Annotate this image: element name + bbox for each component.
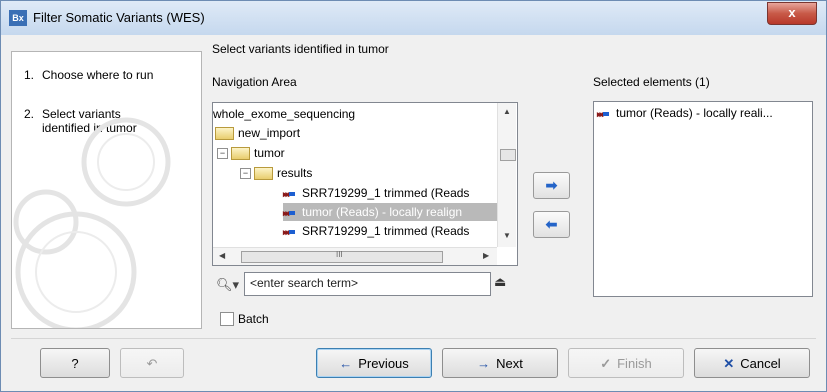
tree-node-label: tumor — [254, 146, 285, 160]
tree-node[interactable]: new_import — [215, 124, 300, 142]
tree-node-label: results — [277, 166, 313, 180]
scroll-right-icon[interactable]: ▶ — [483, 251, 489, 260]
dialog-window: Bx Filter Somatic Variants (WES) x 1. Cho… — [0, 0, 827, 392]
list-item[interactable]: ▸▸▸ tumor (Reads) - locally reali... — [597, 104, 773, 122]
step-1-label: Choose where to run — [42, 68, 154, 82]
close-icon: x — [788, 5, 796, 20]
search-placeholder: <enter search term> — [250, 276, 359, 290]
app-icon: Bx — [9, 10, 27, 26]
reads-icon: ▸▸▸ — [283, 223, 300, 241]
tree-node[interactable]: ▸▸▸ SRR719299_1 trimmed (Reads — [283, 222, 469, 240]
batch-checkbox[interactable] — [220, 312, 234, 326]
check-icon: ✓ — [600, 356, 612, 371]
collapse-icon[interactable]: − — [217, 148, 228, 160]
tree-node-label: tumor (Reads) - locally realign — [302, 205, 463, 219]
navigation-area-label: Navigation Area — [212, 75, 297, 89]
scroll-grip: III — [336, 250, 343, 259]
finish-label: Finish — [617, 356, 652, 371]
x-icon: ✕ — [723, 356, 735, 371]
search-icon[interactable]: 🔍︎▾ — [216, 277, 239, 293]
tree-node[interactable]: whole_exome_sequencing — [213, 105, 355, 123]
folder-icon — [254, 167, 273, 181]
left-arrow-icon: ← — [339, 356, 353, 371]
remove-arrow-icon: ⬅ — [545, 216, 558, 232]
batch-label: Batch — [238, 312, 269, 326]
reads-icon: ▸▸▸ — [283, 204, 300, 222]
add-arrow-icon: ➡ — [545, 177, 558, 193]
reset-icon: ↶ — [146, 356, 158, 371]
add-button[interactable]: ➡ — [533, 172, 570, 199]
next-button[interactable]: → Next — [442, 348, 558, 378]
cancel-label: Cancel — [740, 356, 781, 371]
scroll-down-icon[interactable]: ▼ — [503, 231, 511, 240]
tree-horizontal-scrollbar[interactable]: ◀ III ▶ — [213, 247, 497, 265]
scroll-up-icon[interactable]: ▲ — [503, 107, 511, 116]
decorative-watermark — [13, 117, 171, 328]
scroll-thumb[interactable] — [500, 149, 516, 161]
collapse-icon[interactable]: − — [240, 168, 251, 180]
folder-icon — [231, 147, 250, 161]
list-item-label: tumor (Reads) - locally reali... — [616, 106, 773, 120]
tree-node[interactable]: − tumor — [217, 144, 285, 162]
remove-button[interactable]: ⬅ — [533, 211, 570, 238]
scroll-thumb[interactable]: III — [241, 250, 443, 263]
step-1[interactable]: 1. Choose where to run — [24, 68, 153, 82]
help-button[interactable]: ? — [40, 348, 110, 378]
tree-node[interactable]: ▸▸▸ SRR719299_1 trimmed (Reads — [283, 184, 469, 202]
right-arrow-icon: → — [477, 356, 491, 371]
tree-node-label: SRR719299_1 trimmed (Reads — [302, 224, 470, 238]
eject-icon[interactable]: ⏏ — [494, 274, 506, 290]
selected-elements-label: Selected elements (1) — [593, 75, 710, 89]
selected-elements-list[interactable]: ▸▸▸ tumor (Reads) - locally reali... — [593, 101, 813, 297]
tree-node-label: SRR719299_1 trimmed (Reads — [302, 186, 470, 200]
navigation-tree[interactable]: whole_exome_sequencing new_import − tumor… — [212, 102, 518, 266]
cancel-button[interactable]: ✕ Cancel — [694, 348, 810, 378]
step-1-number: 1. — [24, 68, 35, 82]
title-bar: Bx Filter Somatic Variants (WES) x — [1, 1, 826, 35]
tree-node[interactable]: − results — [240, 164, 312, 182]
next-label: Next — [496, 356, 523, 371]
close-button[interactable]: x — [767, 2, 817, 25]
footer-divider — [11, 338, 816, 339]
previous-button[interactable]: ← Previous — [316, 348, 432, 378]
reads-icon: ▸▸▸ — [597, 105, 614, 123]
steps-panel: 1. Choose where to run 2. Select variants … — [11, 51, 202, 329]
reads-icon: ▸▸▸ — [283, 185, 300, 203]
tree-node-selected[interactable]: ▸▸▸ tumor (Reads) - locally realign — [283, 203, 497, 221]
help-icon: ? — [71, 356, 79, 371]
scroll-left-icon[interactable]: ◀ — [219, 251, 225, 260]
reset-button[interactable]: ↶ — [120, 348, 184, 378]
search-input[interactable]: <enter search term> — [244, 272, 491, 296]
folder-icon — [215, 127, 234, 141]
finish-button[interactable]: ✓ Finish — [568, 348, 684, 378]
tree-node-label: whole_exome_sequencing — [213, 107, 356, 121]
tree-node-label: new_import — [238, 126, 301, 140]
tree-vertical-scrollbar[interactable]: ▲ ▼ — [497, 103, 516, 247]
step-heading: Select variants identified in tumor — [212, 42, 389, 56]
window-title: Filter Somatic Variants (WES) — [33, 10, 205, 25]
previous-label: Previous — [358, 356, 409, 371]
